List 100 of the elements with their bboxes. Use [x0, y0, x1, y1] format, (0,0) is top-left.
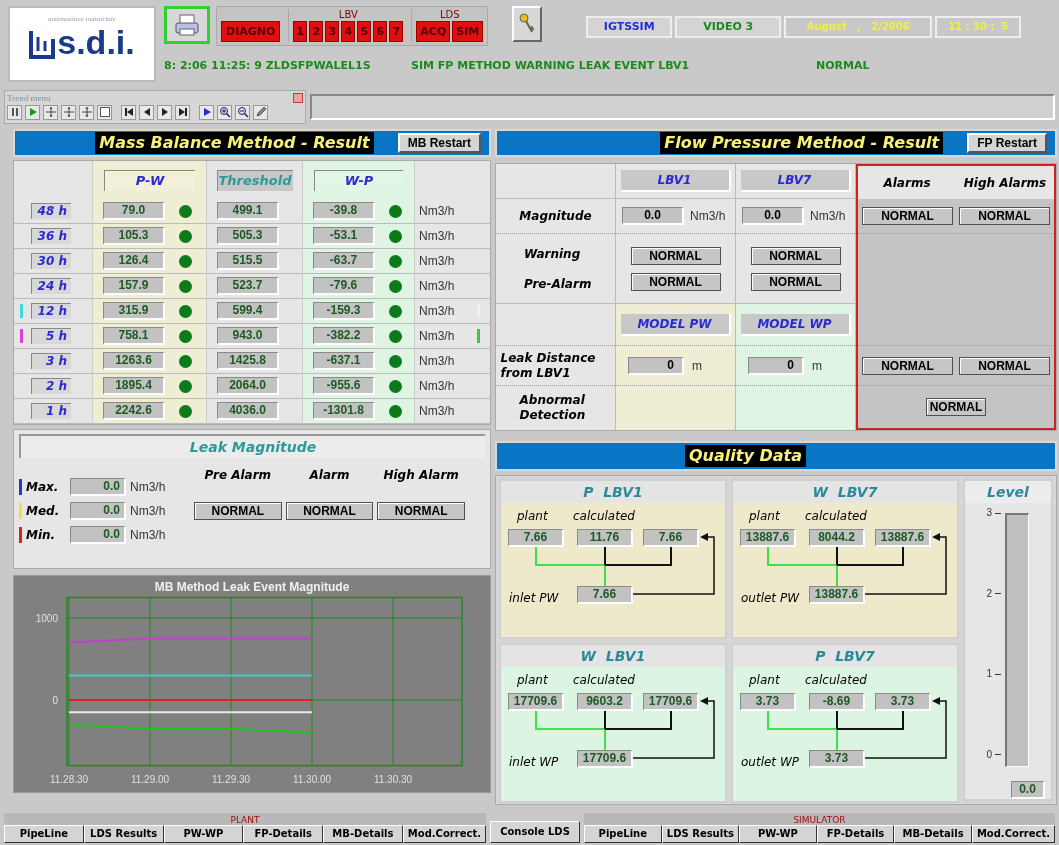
- scale-label: 2: [986, 587, 992, 600]
- skip-back-icon[interactable]: [121, 104, 136, 120]
- value-field: 7.66: [508, 529, 564, 547]
- value-field: -8.69: [809, 693, 865, 711]
- axis-tick-label: 11.30.00: [292, 774, 332, 785]
- section-title: Flow Pressure Method - Result: [660, 132, 944, 154]
- window-title: Trend menu: [7, 91, 51, 104]
- status-indicator: NORMAL: [285, 502, 374, 520]
- value-field: 7.66: [643, 529, 699, 547]
- value-field: 758.1: [103, 327, 165, 345]
- alternate-connector-line: [836, 708, 904, 730]
- period-label: 36 h: [31, 228, 71, 244]
- nav-tab[interactable]: PipeLine: [584, 825, 662, 843]
- nav-tab[interactable]: MB-Details: [323, 825, 403, 843]
- panel-title: P LBV7: [733, 645, 957, 667]
- nav-tab[interactable]: FP-Details: [816, 825, 895, 843]
- value-field: 105.3: [103, 227, 165, 245]
- row-label: Magnitude: [519, 208, 592, 225]
- column-header: Alarm: [308, 467, 351, 484]
- value-field: 2064.0: [217, 377, 279, 395]
- axis-tick-label: 1000: [35, 613, 58, 624]
- value-field: 157.9: [103, 277, 165, 295]
- unit-label: Nm3/h: [419, 403, 455, 420]
- status-indicator: NORMAL: [959, 207, 1050, 225]
- nav-tab[interactable]: PipeLine: [4, 825, 84, 843]
- skip-forward-icon[interactable]: [175, 104, 190, 120]
- close-button[interactable]: [293, 92, 303, 103]
- panel-title: Leak Magnitude: [19, 434, 485, 458]
- panel-title: P LBV1: [501, 481, 725, 503]
- unit-label: Nm3/h: [419, 328, 455, 345]
- scale-label: 3: [986, 507, 992, 519]
- nav-tab[interactable]: LDS Results: [83, 825, 164, 843]
- output-label: outlet WP: [741, 754, 799, 771]
- value-field: 1263.6: [103, 352, 165, 370]
- nav-tab[interactable]: FP-Details: [243, 825, 324, 843]
- value-field: 11.76: [577, 529, 633, 547]
- value-field: 126.4: [103, 252, 165, 270]
- unit-label: m: [692, 357, 702, 375]
- value-field: 943.0: [217, 327, 279, 345]
- zoom-in-icon[interactable]: [217, 104, 232, 120]
- column-label: plant: [749, 672, 780, 689]
- step-back-icon[interactable]: [139, 104, 154, 120]
- axis-tick-label: 11.29.30: [211, 774, 251, 785]
- column-header: Threshold: [216, 169, 293, 191]
- nav-tab[interactable]: PW-WP: [163, 825, 244, 843]
- nav-tab[interactable]: Mod.Correct.: [971, 825, 1056, 843]
- value-field: -159.3: [313, 302, 375, 320]
- unit-label: Nm3/h: [130, 479, 166, 496]
- value-field: 1425.8: [217, 352, 279, 370]
- value-field: 13887.6: [740, 529, 796, 547]
- nav-tab[interactable]: LDS Results: [661, 825, 740, 843]
- column-header: LBV7: [740, 170, 851, 192]
- value-field: 17709.6: [643, 693, 699, 711]
- value-field: -1301.8: [313, 402, 375, 420]
- zoom-out-icon[interactable]: [235, 104, 250, 120]
- value-field: 515.5: [217, 252, 279, 270]
- status-indicator: NORMAL: [750, 272, 841, 291]
- period-label: 2 h: [31, 378, 71, 394]
- unit-label: m: [812, 357, 822, 375]
- play-icon[interactable]: [199, 104, 214, 120]
- alternate-connector-line: [604, 544, 672, 566]
- status-indicator: NORMAL: [750, 246, 841, 265]
- value-field: 13887.6: [875, 529, 931, 547]
- value-field: 523.7: [217, 277, 279, 295]
- value-field: -63.7: [313, 252, 375, 270]
- column-header: Pre Alarm: [203, 467, 273, 484]
- step-forward-icon[interactable]: [157, 104, 172, 120]
- value-field: 0: [748, 356, 804, 375]
- value-field: 2242.6: [103, 402, 165, 420]
- axis-tick-label: 11.28.30: [49, 774, 89, 785]
- restart-button[interactable]: MB Restart: [397, 133, 481, 153]
- nav-tab[interactable]: Mod.Correct.: [402, 825, 486, 843]
- nav-tab[interactable]: MB-Details: [894, 825, 972, 843]
- console-tab[interactable]: Console LDS: [490, 821, 580, 843]
- row-label: Med.: [26, 503, 61, 520]
- output-field: 17709.6: [577, 750, 633, 768]
- pause-icon[interactable]: [7, 104, 22, 120]
- nav-tab[interactable]: PW-WP: [739, 825, 817, 843]
- key-button[interactable]: [512, 6, 543, 42]
- printer-button[interactable]: [164, 6, 210, 44]
- alternate-connector-line: [836, 544, 904, 566]
- row-label: Abnormal Detection: [519, 393, 587, 423]
- calculated-connector-line: [836, 708, 838, 730]
- unit-label: Nm3/h: [419, 228, 455, 245]
- column-label: calculated: [573, 672, 635, 689]
- output-field: 7.66: [577, 586, 633, 604]
- square-icon[interactable]: [97, 104, 112, 120]
- system-display: IGTSSIM: [586, 16, 673, 38]
- play-icon[interactable]: [25, 104, 40, 120]
- restart-button[interactable]: FP Restart: [967, 133, 1047, 153]
- output-label: inlet PW: [509, 590, 559, 607]
- status-indicator: NORMAL: [925, 398, 987, 416]
- column-label: plant: [749, 508, 780, 525]
- status-text: NORMAL: [816, 58, 870, 74]
- crosshair-icon[interactable]: [61, 104, 76, 120]
- value-field: 0.0: [70, 502, 126, 520]
- event-log-entry: 8: 2:06 11:25: 9 ZLDSFPWALEL1S: [164, 58, 372, 74]
- period-label: 30 h: [31, 253, 71, 269]
- value-field: 8044.2: [809, 529, 865, 547]
- edit-icon[interactable]: [253, 104, 268, 120]
